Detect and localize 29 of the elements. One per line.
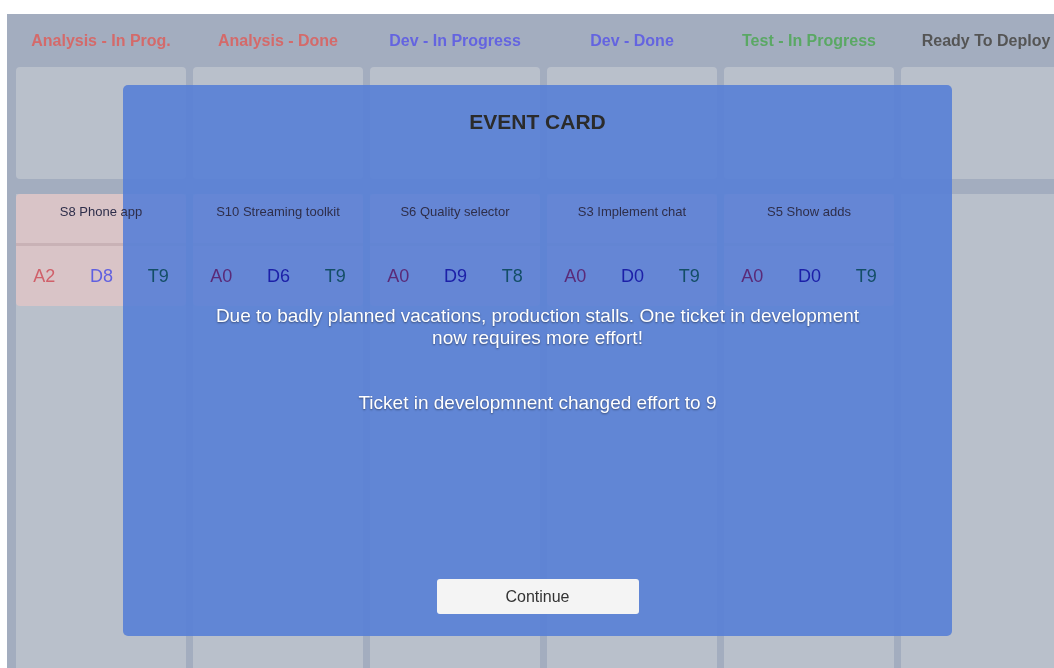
column-header: Analysis - In Prog.: [30, 30, 172, 51]
effort-value: A0: [564, 264, 587, 288]
continue-button[interactable]: Continue: [436, 579, 639, 614]
effort-value: A2: [33, 264, 56, 288]
ticket-title: S10 Streaming toolkit: [216, 203, 340, 221]
effort-value: D0: [621, 264, 644, 288]
effort-value: T9: [855, 264, 877, 288]
effort-value: D6: [267, 264, 290, 288]
event-message: Due to badly planned vacations, production stalls. One ticket in development now requires more effort!: [214, 304, 861, 349]
dialog-title: EVENT CARD: [469, 109, 606, 135]
ticket-title: S5 Show adds: [767, 203, 851, 221]
effort-value: D9: [444, 264, 467, 288]
ticket-title: S3 Implement chat: [577, 203, 687, 221]
effort-value: A0: [387, 264, 410, 288]
effort-value: T9: [324, 264, 346, 288]
effort-value: A0: [210, 264, 233, 288]
effort-value: A0: [741, 264, 764, 288]
column-header: Analysis - Done: [217, 30, 339, 51]
column-header: Test - In Progress: [741, 30, 877, 51]
ticket-title: S6 Quality selector: [400, 203, 510, 221]
column-header: Ready To Deploy: [920, 30, 1052, 51]
effort-value: T8: [501, 264, 523, 288]
effort-value: D8: [90, 264, 113, 288]
effort-value: D0: [798, 264, 821, 288]
column-header: Dev - In Progress: [388, 30, 522, 51]
effort-value: T9: [678, 264, 700, 288]
effort-value: T9: [147, 264, 169, 288]
event-detail: Ticket in developmnent changed effort to 9: [358, 390, 717, 415]
column-header: Dev - Done: [589, 30, 675, 51]
